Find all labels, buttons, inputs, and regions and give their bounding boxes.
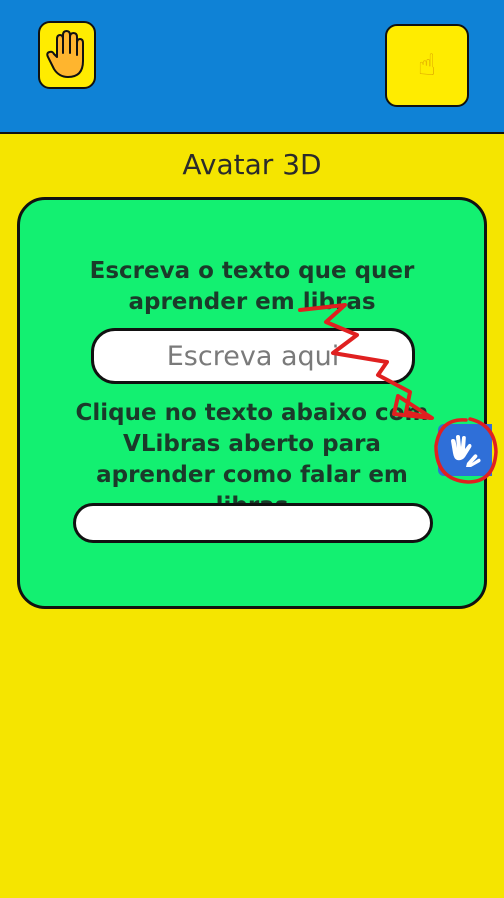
top-bar: ☝ <box>0 0 504 134</box>
pointing-finger-button[interactable]: ☝ <box>385 24 469 107</box>
text-input[interactable] <box>91 328 415 384</box>
pointing-finger-icon: ☝ <box>417 48 437 83</box>
raised-hand-icon <box>46 30 84 78</box>
hand-button[interactable] <box>38 21 96 89</box>
page-title: Avatar 3D <box>182 148 322 181</box>
write-prompt-label: Escreva o texto que quer aprender em lib… <box>89 258 415 315</box>
sign-language-hands-icon <box>451 435 481 467</box>
libras-output-text[interactable] <box>73 503 433 543</box>
screen: ☝ Avatar 3D Escreva o texto que quer apr… <box>0 0 504 898</box>
vlibras-button[interactable] <box>438 424 492 476</box>
